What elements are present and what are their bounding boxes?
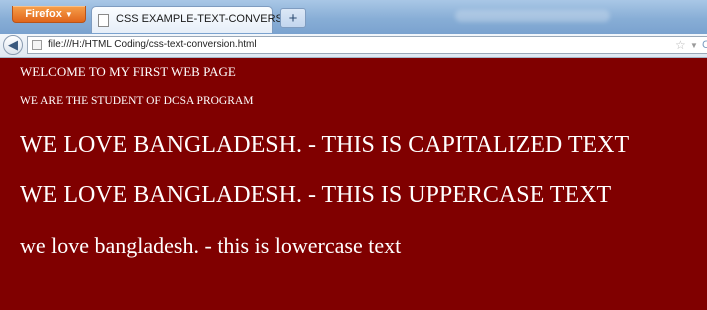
tab-css-example[interactable]: CSS EXAMPLE-TEXT-CONVERSION (91, 6, 302, 33)
page-icon (32, 40, 42, 50)
page-icon (98, 14, 109, 27)
back-button[interactable]: ◀ (3, 35, 23, 55)
page-content: WELCOME TO MY FIRST WEB PAGE WE ARE THE … (0, 58, 707, 310)
refresh-icon[interactable]: C (702, 37, 707, 53)
url-text: file:///H:/HTML Coding/css-text-conversi… (48, 39, 257, 50)
lowercase-text: we love bangladesh. - this is lowercase … (20, 233, 402, 258)
browser-titlebar: Firefox ▼ CSS EXAMPLE-TEXT-CONVERSION + (0, 0, 707, 34)
new-tab-button[interactable]: + (280, 8, 306, 28)
back-arrow-icon: ◀ (8, 37, 18, 52)
uppercase-text: WE LOVE BANGLADESH. - THIS IS UPPERCASE … (20, 182, 612, 208)
firefox-menu-label: Firefox (25, 8, 62, 20)
chevron-down-icon[interactable]: ▼ (690, 38, 698, 54)
student-text: WE ARE THE STUDENT OF DCSA PROGRAM (20, 95, 254, 107)
chevron-down-icon: ▼ (64, 10, 73, 19)
star-icon[interactable]: ☆ (675, 37, 686, 53)
welcome-text: WELCOME TO MY FIRST WEB PAGE (20, 64, 236, 79)
url-bar[interactable]: file:///H:/HTML Coding/css-text-conversi… (27, 36, 707, 54)
capitalized-text: WE LOVE BANGLADESH. - THIS IS CAPITALIZE… (20, 132, 630, 158)
tab-title: CSS EXAMPLE-TEXT-CONVERSION (116, 13, 303, 25)
navigation-bar: ◀ file:///H:/HTML Coding/css-text-conver… (0, 34, 707, 58)
firefox-menu-button[interactable]: Firefox ▼ (12, 6, 86, 23)
window-title (455, 10, 610, 22)
